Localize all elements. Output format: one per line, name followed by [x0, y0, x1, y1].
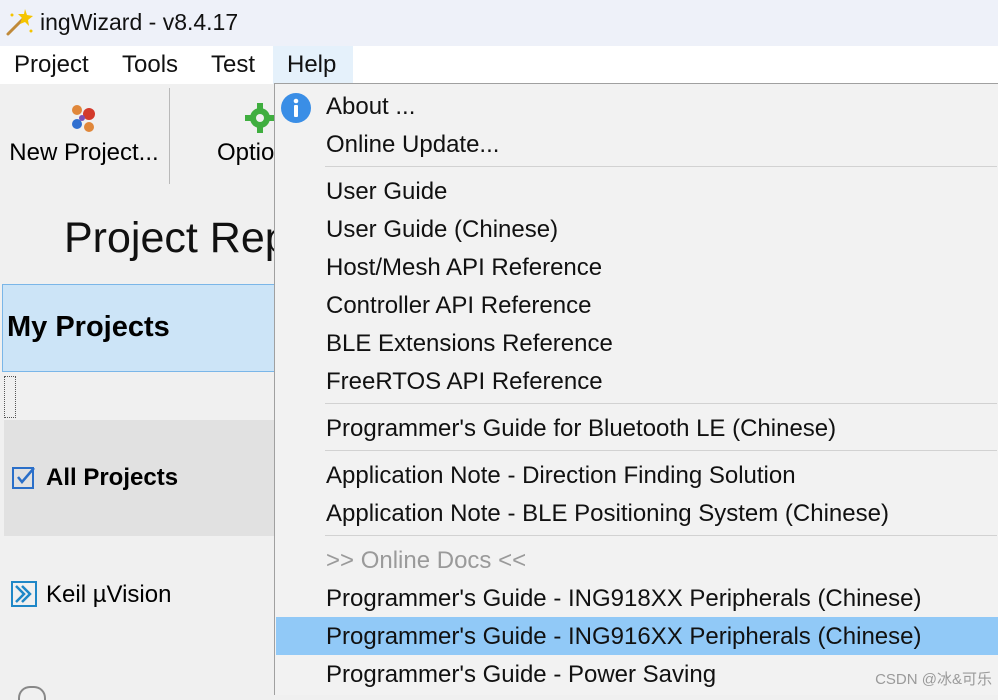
menu-item-label: Application Note - Direction Finding Sol… — [326, 462, 796, 489]
focus-indicator — [4, 376, 16, 418]
menu-item-label: Programmer's Guide for Bluetooth LE (Chi… — [326, 415, 837, 442]
menu-item-user-guide[interactable]: User Guide — [276, 172, 998, 210]
menu-help[interactable]: Help — [273, 46, 353, 84]
menu-item-label: Programmer's Guide - ING918XX Peripheral… — [326, 585, 922, 612]
toolbar-separator — [169, 88, 170, 184]
menu-item-label: Online Update... — [326, 131, 500, 158]
menu-item-about[interactable]: About ... — [276, 87, 998, 125]
menu-item-label: >> Online Docs << — [326, 547, 527, 574]
menu-separator — [325, 166, 997, 167]
all-projects-label: All Projects — [46, 464, 179, 491]
help-dropdown-menu: About ... Online Update... User Guide Us… — [274, 83, 998, 695]
menu-separator — [325, 450, 997, 451]
menu-item-app-note-positioning[interactable]: Application Note - BLE Positioning Syste… — [276, 494, 998, 532]
menu-item-ing918xx-peripherals[interactable]: Programmer's Guide - ING918XX Peripheral… — [276, 579, 998, 617]
menu-item-label: Programmer's Guide - ING916XX Peripheral… — [326, 623, 922, 650]
info-icon — [281, 93, 311, 123]
my-projects-item[interactable]: My Projects — [2, 284, 302, 372]
all-projects-item[interactable]: All Projects — [4, 420, 300, 536]
magic-wand-icon — [6, 9, 33, 36]
new-project-icon — [72, 105, 95, 132]
page-title: Project Rep — [64, 214, 289, 262]
keil-label: Keil µVision — [46, 581, 172, 608]
menu-item-label: Programmer's Guide - Power Saving — [326, 661, 717, 688]
menu-item-label: User Guide — [326, 178, 448, 205]
menu-item-online-docs-header: >> Online Docs << — [276, 541, 998, 579]
keil-icon — [11, 581, 37, 607]
menu-item-label: Controller API Reference — [326, 292, 592, 319]
menu-separator — [325, 535, 997, 536]
menu-test[interactable]: Test — [197, 46, 269, 84]
partial-icon — [18, 686, 46, 700]
checklist-icon — [12, 467, 35, 489]
menu-item-freertos-api[interactable]: FreeRTOS API Reference — [276, 362, 998, 400]
menu-bar: Project Tools Test Help — [0, 46, 998, 84]
menu-tools[interactable]: Tools — [108, 46, 192, 84]
menu-item-programmers-guide-ble[interactable]: Programmer's Guide for Bluetooth LE (Chi… — [276, 409, 998, 447]
menu-item-online-update[interactable]: Online Update... — [276, 125, 998, 163]
new-project-label: New Project... — [9, 139, 159, 166]
menu-item-ble-extensions[interactable]: BLE Extensions Reference — [276, 324, 998, 362]
menu-item-controller-api[interactable]: Controller API Reference — [276, 286, 998, 324]
menu-item-label: Host/Mesh API Reference — [326, 254, 603, 281]
my-projects-label: My Projects — [7, 311, 170, 343]
menu-separator — [325, 403, 997, 404]
menu-item-label: User Guide (Chinese) — [326, 216, 559, 243]
menu-item-ing916xx-peripherals[interactable]: Programmer's Guide - ING916XX Peripheral… — [276, 617, 998, 655]
menu-item-user-guide-chinese[interactable]: User Guide (Chinese) — [276, 210, 998, 248]
menu-item-label: Application Note - BLE Positioning Syste… — [326, 500, 889, 527]
menu-item-label: FreeRTOS API Reference — [326, 368, 603, 395]
window-title: ingWizard - v8.4.17 — [40, 9, 239, 35]
new-project-button[interactable]: New Project... — [0, 84, 168, 188]
menu-project[interactable]: Project — [0, 46, 103, 84]
keil-item[interactable]: Keil µVision — [4, 560, 300, 630]
menu-item-host-mesh-api[interactable]: Host/Mesh API Reference — [276, 248, 998, 286]
title-bar: ingWizard - v8.4.17 — [0, 0, 998, 46]
watermark: CSDN @冰&可乐 — [875, 671, 992, 688]
menu-item-app-note-direction-finding[interactable]: Application Note - Direction Finding Sol… — [276, 456, 998, 494]
gear-icon — [245, 103, 275, 133]
menu-item-label: About ... — [326, 93, 416, 120]
menu-item-label: BLE Extensions Reference — [326, 330, 613, 357]
